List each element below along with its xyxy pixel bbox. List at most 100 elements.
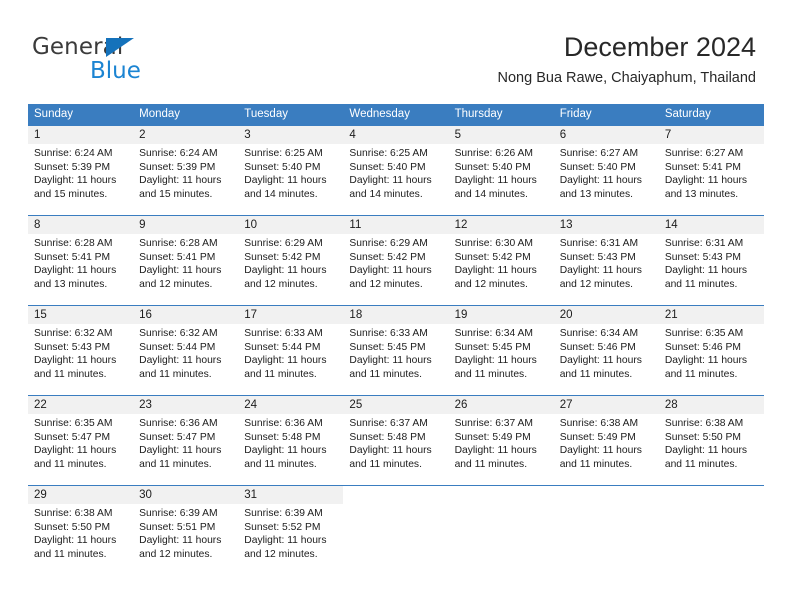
day-cell[interactable]: 26 Sunrise: 6:37 AM Sunset: 5:49 PM Dayligh… [448,396,554,485]
day-number: 18 [343,306,449,324]
daylight-text-line1: Daylight: 11 hours [34,355,117,367]
day-cell[interactable]: 30 Sunrise: 6:39 AM Sunset: 5:51 PM Dayligh… [133,486,239,567]
daylight-text-line2: and 11 minutes. [34,368,107,380]
day-cell[interactable]: 18 Sunrise: 6:33 AM Sunset: 5:45 PM Dayligh… [343,306,449,395]
day-cell[interactable]: 8 Sunrise: 6:28 AM Sunset: 5:41 PM Daylight… [28,216,134,305]
daylight-text-line1: Daylight: 11 hours [664,355,748,367]
day-cell[interactable]: 1 Sunrise: 6:24 AM Sunset: 5:39 PM Daylight… [28,126,134,215]
day-number: 28 [658,396,764,414]
day-number: 3 [238,126,344,144]
day-cell[interactable]: 10 Sunrise: 6:29 AM Sunset: 5:42 PM Dayligh… [238,216,344,305]
daylight-text-line1: Daylight: 11 hours [244,355,327,367]
day-number: 25 [343,396,449,414]
day-info: Sunrise: 6:38 AM Sunset: 5:50 PM Daylight:… [659,414,764,471]
daylight-text-line1: Daylight: 11 hours [139,445,222,457]
day-cell[interactable]: 3 Sunrise: 6:25 AM Sunset: 5:40 PM Daylight… [238,126,344,215]
daylight-text-line2: and 12 minutes. [139,548,213,560]
day-info: Sunrise: 6:24 AM Sunset: 5:39 PM Daylight:… [28,144,133,201]
day-cell[interactable]: 6 Sunrise: 6:27 AM Sunset: 5:40 PM Daylight… [553,126,659,215]
day-number: 17 [238,306,344,324]
daylight-text-line1: Daylight: 11 hours [34,175,117,187]
day-cell[interactable]: 13 Sunrise: 6:31 AM Sunset: 5:43 PM Dayligh… [553,216,659,305]
daylight-text-line1: Daylight: 11 hours [139,535,222,547]
sunrise-text: Sunrise: 6:34 AM [454,328,533,339]
day-cell[interactable]: 16 Sunrise: 6:32 AM Sunset: 5:44 PM Dayligh… [133,306,239,395]
sunset-text: Sunset: 5:50 PM [34,521,111,533]
general-blue-logo[interactable]: General Blue [32,36,242,88]
sunrise-text: Sunrise: 6:27 AM [664,148,744,159]
day-cell[interactable]: 31 Sunrise: 6:39 AM Sunset: 5:52 PM Dayligh… [238,486,344,567]
sunset-text: Sunset: 5:44 PM [244,341,321,353]
sunrise-text: Sunrise: 6:27 AM [559,148,639,159]
day-info: Sunrise: 6:35 AM Sunset: 5:47 PM Daylight:… [28,414,133,471]
day-number: 29 [28,486,134,504]
day-cell[interactable]: 27 Sunrise: 6:38 AM Sunset: 5:49 PM Dayligh… [553,396,659,485]
day-info: Sunrise: 6:37 AM Sunset: 5:48 PM Daylight:… [343,414,448,471]
sunrise-text: Sunrise: 6:32 AM [139,328,218,339]
daylight-text-line1: Daylight: 11 hours [34,265,117,277]
weekday-header-thursday: Thursday [454,108,503,120]
daylight-text-line1: Daylight: 11 hours [454,355,537,367]
day-cell[interactable]: 19 Sunrise: 6:34 AM Sunset: 5:45 PM Dayligh… [448,306,554,395]
day-info: Sunrise: 6:31 AM Sunset: 5:43 PM Daylight:… [554,234,659,291]
sunset-text: Sunset: 5:41 PM [664,161,741,173]
day-info: Sunrise: 6:25 AM Sunset: 5:40 PM Daylight:… [238,144,343,201]
day-cell[interactable]: 9 Sunrise: 6:28 AM Sunset: 5:41 PM Daylight… [133,216,239,305]
day-cell[interactable]: 12 Sunrise: 6:30 AM Sunset: 5:42 PM Dayligh… [448,216,554,305]
daylight-text-line1: Daylight: 11 hours [139,265,222,277]
day-info: Sunrise: 6:39 AM Sunset: 5:52 PM Daylight:… [238,504,343,561]
sunset-text: Sunset: 5:48 PM [244,431,321,443]
day-cell[interactable]: 2 Sunrise: 6:24 AM Sunset: 5:39 PM Daylight… [133,126,239,215]
day-info: Sunrise: 6:31 AM Sunset: 5:43 PM Daylight:… [659,234,764,291]
daylight-text-line2: and 15 minutes. [34,188,108,200]
day-cell[interactable]: 5 Sunrise: 6:26 AM Sunset: 5:40 PM Daylight… [448,126,554,215]
weekday-header-wednesday: Wednesday [349,108,410,120]
daylight-text-line2: and 11 minutes. [559,458,633,470]
day-cell[interactable]: 29 Sunrise: 6:38 AM Sunset: 5:50 PM Dayligh… [28,486,134,567]
day-info: Sunrise: 6:24 AM Sunset: 5:39 PM Daylight:… [133,144,238,201]
sunset-text: Sunset: 5:49 PM [454,431,531,443]
daylight-text-line2: and 14 minutes. [454,188,528,200]
day-cell[interactable]: 11 Sunrise: 6:29 AM Sunset: 5:42 PM Dayligh… [343,216,449,305]
day-info: Sunrise: 6:38 AM Sunset: 5:49 PM Daylight:… [554,414,659,471]
day-cell[interactable]: 20 Sunrise: 6:34 AM Sunset: 5:46 PM Dayligh… [553,306,659,395]
logo-triangle-icon [106,38,134,57]
day-number: 1 [28,126,134,144]
day-cell[interactable]: 24 Sunrise: 6:36 AM Sunset: 5:48 PM Dayligh… [238,396,344,485]
day-cell[interactable]: 23 Sunrise: 6:36 AM Sunset: 5:47 PM Dayligh… [133,396,239,485]
day-info: Sunrise: 6:38 AM Sunset: 5:50 PM Daylight:… [28,504,133,561]
daylight-text-line1: Daylight: 11 hours [244,445,327,457]
day-cell[interactable]: 28 Sunrise: 6:38 AM Sunset: 5:50 PM Dayligh… [658,396,764,485]
week-row: 1 Sunrise: 6:24 AM Sunset: 5:39 PM Daylight… [28,125,764,215]
day-cell[interactable]: 7 Sunrise: 6:27 AM Sunset: 5:41 PM Daylight… [658,126,764,215]
day-info: Sunrise: 6:30 AM Sunset: 5:42 PM Daylight:… [449,234,554,291]
daylight-text-line1: Daylight: 11 hours [244,175,327,187]
sunset-text: Sunset: 5:51 PM [139,521,216,533]
daylight-text-line2: and 13 minutes. [559,188,633,200]
day-cell[interactable]: 22 Sunrise: 6:35 AM Sunset: 5:47 PM Dayligh… [28,396,134,485]
day-cell[interactable]: 17 Sunrise: 6:33 AM Sunset: 5:44 PM Dayligh… [238,306,344,395]
day-number: 14 [658,216,764,234]
day-cell[interactable]: 4 Sunrise: 6:25 AM Sunset: 5:40 PM Daylight… [343,126,449,215]
day-number: 27 [553,396,659,414]
day-info: Sunrise: 6:32 AM Sunset: 5:43 PM Daylight:… [28,324,133,381]
day-cell[interactable]: 25 Sunrise: 6:37 AM Sunset: 5:48 PM Dayligh… [343,396,449,485]
sunrise-text: Sunrise: 6:25 AM [349,148,428,159]
daylight-text-line1: Daylight: 11 hours [244,265,327,277]
logo-text-blue: Blue [90,58,141,84]
sunrise-text: Sunrise: 6:28 AM [139,238,218,249]
day-number: 12 [448,216,554,234]
daylight-text-line2: and 11 minutes. [664,278,738,290]
day-cell[interactable]: 15 Sunrise: 6:32 AM Sunset: 5:43 PM Dayligh… [28,306,134,395]
location-subtitle: Nong Bua Rawe, Chaiyaphum, Thailand [497,70,756,86]
daylight-text-line2: and 15 minutes. [139,188,213,200]
day-cell[interactable]: 21 Sunrise: 6:35 AM Sunset: 5:46 PM Dayligh… [658,306,764,395]
day-number: 10 [238,216,344,234]
day-info: Sunrise: 6:34 AM Sunset: 5:46 PM Daylight:… [554,324,659,381]
sunset-text: Sunset: 5:42 PM [454,251,531,263]
day-cell-empty [343,486,449,567]
weekday-header-friday: Friday [559,108,592,120]
sunrise-text: Sunrise: 6:29 AM [244,238,323,249]
sunset-text: Sunset: 5:45 PM [454,341,531,353]
day-cell[interactable]: 14 Sunrise: 6:31 AM Sunset: 5:43 PM Dayligh… [658,216,764,305]
